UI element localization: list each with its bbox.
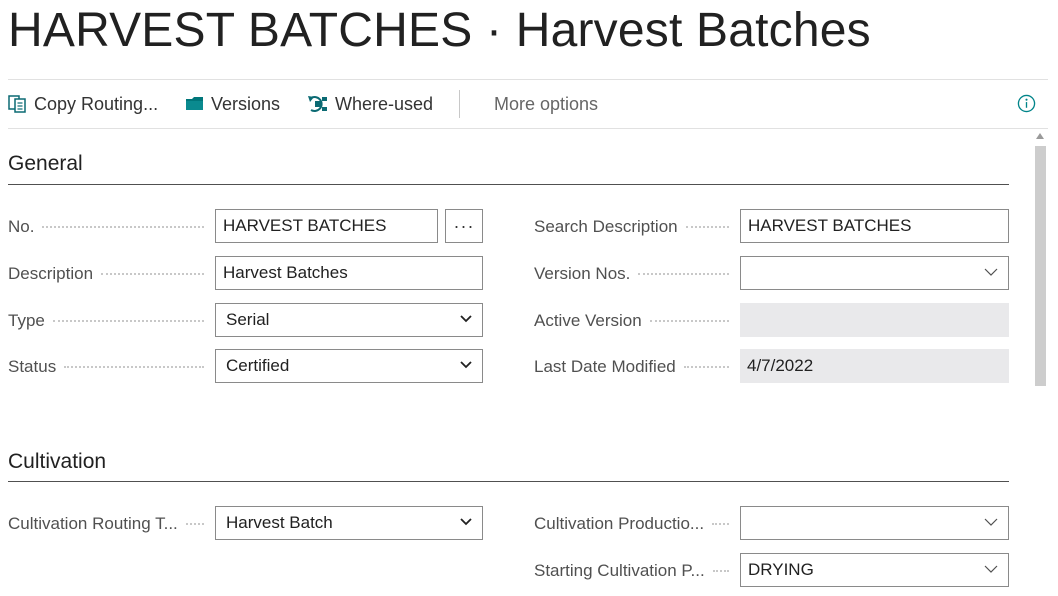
chevron-down-icon <box>984 268 998 276</box>
where-used-button[interactable]: Where-used <box>307 80 433 128</box>
scrollbar-thumb[interactable] <box>1035 146 1046 386</box>
chevron-down-icon <box>460 315 472 323</box>
chevron-down-icon <box>460 518 472 526</box>
status-select[interactable]: Certified <box>215 349 483 383</box>
description-label-text: Description <box>8 264 94 283</box>
search-description-field[interactable]: HARVEST BATCHES <box>740 209 1009 243</box>
scroll-up-arrow-icon[interactable] <box>1036 133 1044 139</box>
search-description-label: Search Description <box>534 210 729 244</box>
leader-dots <box>638 273 729 275</box>
search-description-label-text: Search Description <box>534 217 678 236</box>
leader-dots <box>64 366 204 368</box>
type-select[interactable]: Serial <box>215 303 483 337</box>
cultivation-section-divider <box>8 481 1009 482</box>
toolbar-bottom-divider <box>8 128 1048 129</box>
starting-cultivation-process-label-text: Starting Cultivation P... <box>534 561 705 580</box>
cultivation-production-label-text: Cultivation Productio... <box>534 514 705 533</box>
type-value: Serial <box>226 310 270 329</box>
leader-dots <box>683 366 729 368</box>
active-version-label: Active Version <box>534 304 729 338</box>
chevron-down-icon <box>984 518 998 526</box>
leader-dots <box>712 570 729 572</box>
cultivation-section-heading[interactable]: Cultivation <box>8 450 106 474</box>
leader-dots <box>101 273 204 275</box>
info-icon[interactable] <box>1017 94 1036 113</box>
starting-cultivation-process-label: Starting Cultivation P... <box>534 554 729 588</box>
toolbar-separator <box>459 90 460 118</box>
no-field[interactable]: HARVEST BATCHES <box>215 209 438 243</box>
leader-dots <box>649 320 729 322</box>
chevron-down-icon <box>460 361 472 369</box>
no-label-text: No. <box>8 217 35 236</box>
starting-cultivation-process-value: DRYING <box>748 560 814 579</box>
version-nos-select[interactable] <box>740 256 1009 290</box>
cultivation-routing-type-label: Cultivation Routing T... <box>8 507 204 541</box>
versions-label: Versions <box>211 93 281 114</box>
cultivation-production-select[interactable] <box>740 506 1009 540</box>
no-assist-button[interactable]: ··· <box>445 209 483 243</box>
cultivation-routing-type-label-text: Cultivation Routing T... <box>8 514 178 533</box>
more-options-button[interactable]: More options <box>494 80 598 128</box>
type-label-text: Type <box>8 311 45 330</box>
leader-dots <box>42 226 204 228</box>
page-title: HARVEST BATCHES · Harvest Batches <box>8 4 871 57</box>
cultivation-routing-type-select[interactable]: Harvest Batch <box>215 506 483 540</box>
starting-cultivation-process-select[interactable]: DRYING <box>740 553 1009 587</box>
status-label-text: Status <box>8 357 57 376</box>
copy-routing-label: Copy Routing... <box>34 93 159 114</box>
leader-dots <box>685 226 729 228</box>
description-label: Description <box>8 257 204 291</box>
general-section-divider <box>8 184 1009 185</box>
chevron-down-icon <box>984 565 998 573</box>
active-version-label-text: Active Version <box>534 311 642 330</box>
where-used-label: Where-used <box>335 93 434 114</box>
version-nos-label: Version Nos. <box>534 257 729 291</box>
last-date-modified-label: Last Date Modified <box>534 350 729 384</box>
leader-dots <box>712 523 729 525</box>
status-label: Status <box>8 350 204 384</box>
copy-routing-button[interactable]: Copy Routing... <box>8 80 158 128</box>
leader-dots <box>185 523 204 525</box>
general-section-heading[interactable]: General <box>8 152 83 176</box>
versions-button[interactable]: Versions <box>185 80 280 128</box>
last-date-modified-label-text: Last Date Modified <box>534 357 676 376</box>
cultivation-production-label: Cultivation Productio... <box>534 507 729 541</box>
where-used-icon <box>308 96 327 112</box>
status-value: Certified <box>226 356 290 375</box>
action-bar: Copy Routing... Versions Where-used More… <box>8 80 1048 128</box>
type-label: Type <box>8 304 204 338</box>
cultivation-routing-type-value: Harvest Batch <box>226 513 333 532</box>
leader-dots <box>52 320 204 322</box>
active-version-field <box>740 303 1009 337</box>
copy-icon <box>8 95 26 113</box>
last-date-modified-field: 4/7/2022 <box>740 349 1009 383</box>
no-label: No. <box>8 210 204 244</box>
description-field[interactable]: Harvest Batches <box>215 256 483 290</box>
folder-icon <box>186 97 203 110</box>
version-nos-label-text: Version Nos. <box>534 264 631 283</box>
